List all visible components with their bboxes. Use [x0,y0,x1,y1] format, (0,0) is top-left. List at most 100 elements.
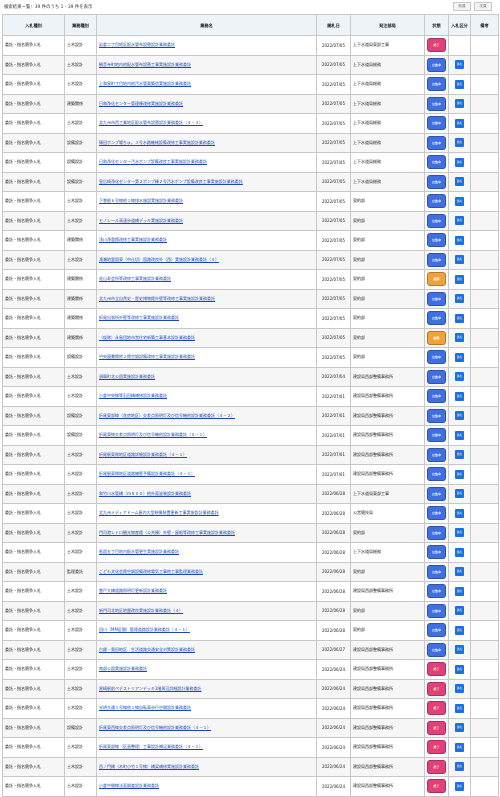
result-button[interactable]: 落札 [455,118,464,128]
project-name-link[interactable]: 白銀・奥田地区 生活道路交通安全対策設計業務委託 [99,647,195,652]
status-badge[interactable]: 終了 [427,662,446,677]
result-button[interactable]: 落札 [455,508,464,518]
project-name-link[interactable]: 篠田ポンプ場ちゅ。３号水路機械設備改修工事実施設計業務委託 [99,140,215,145]
project-name-link[interactable]: 折尾東西線交差点照明灯及び信号機他設計業務委託（４－１） [99,725,211,730]
status-badge[interactable]: 公告中 [427,525,446,540]
status-badge[interactable]: 公告中 [427,77,446,92]
result-button[interactable]: 落札 [455,60,464,70]
result-button[interactable]: 落札 [455,703,464,713]
result-button[interactable]: 落札 [455,255,464,265]
project-name-link[interactable]: 北九州市西工業地区配水管布設替設計業務委託（４－３） [99,120,203,125]
project-name-link[interactable]: 北九州メディアドーム屋内大型映像装置更新工事実施設計業務委託 [99,510,219,515]
col-header-name[interactable]: 業務名 [96,14,317,36]
project-name-link[interactable]: 黒崎駅前ペデストリアンデッキ1階周辺詳細設計業務委託 [99,686,201,691]
project-name-link[interactable]: 浅川浄霊館改修工事実施設計業務委託 [99,237,167,242]
next-page-button[interactable]: 次頁 [474,2,492,11]
status-badge[interactable]: 公告中 [427,642,446,657]
status-badge[interactable]: 公告中 [427,428,446,443]
result-button[interactable]: 落札 [455,79,464,89]
prev-page-button[interactable]: 前頁 [453,2,471,11]
project-name-link[interactable]: 折尾東部線（花房地区）交差点照明灯及び信号機他設計業務委託（４－２） [99,413,235,418]
status-badge[interactable]: 公告中 [427,603,446,618]
status-badge[interactable]: 終了 [427,720,446,735]
project-name-link[interactable]: 光明大通１号線他１線自転車歩行空間設計業務委託 [99,705,191,710]
project-name-link[interactable]: 和竹川水管橋（ｍ５００）他外面塗装設計業務委託 [99,491,191,496]
result-button[interactable]: 落札 [455,469,464,479]
result-button[interactable]: 落札 [455,684,464,694]
result-button[interactable]: 落札 [455,547,464,557]
status-badge[interactable]: 公告中 [427,116,446,131]
status-badge[interactable]: 公告中 [427,564,446,579]
project-name-link[interactable]: 曽戸大橋道路照明灯更新設計業務委託 [99,588,167,593]
project-name-link[interactable]: 岩倉二丁目地区配水管布設替設計業務委託 [99,42,175,47]
project-name-link[interactable]: モノレール高速歩道橋デッキ実施設計業務委託 [99,218,183,223]
project-name-link[interactable]: 小倉中央線等石田橋補修設計業務委託 [99,393,167,398]
status-badge[interactable]: 結果 [427,330,446,345]
result-button[interactable]: 落札 [455,391,464,401]
status-badge[interactable]: 終了 [427,701,446,716]
project-name-link[interactable]: 門司港レトロ観光物産館（公共棟）外壁・屋根等改修工事実施設計業務委託 [99,530,235,535]
status-badge[interactable]: 公告中 [427,135,446,150]
status-badge[interactable]: 公告中 [427,623,446,638]
project-name-link[interactable]: 日和浄化センター管理棟改修実施設計業務委託 [99,101,183,106]
project-name-link[interactable]: 祇園五丁目地内配水管更生実施設計業務委託 [99,549,179,554]
project-name-link[interactable]: 上和泉町丁目地内他汚水管渠築造実施設計業務委託 [99,81,191,86]
project-name-link[interactable]: 折尾駅東側地区道路擁壁予備設計業務委託（４－１） [99,471,195,476]
result-button[interactable]: 落札 [455,528,464,538]
result-button[interactable]: 落札 [455,742,464,752]
result-button[interactable]: 落札 [455,723,464,733]
project-name-link[interactable]: 日和浄化センター汚水ポンプ設備改良工事実施設計業務委託 [99,159,207,164]
project-name-link[interactable]: 西ノ門橋（木町小竹１号線）橋梁補修実施設計業務委託 [99,764,199,769]
project-name-link[interactable]: 須摩町北公園実施設計業務委託 [99,374,155,379]
status-badge[interactable]: 公告中 [427,389,446,404]
project-name-link[interactable]: 小倉中間線法面調査設計業務委託 [99,783,159,788]
project-name-link[interactable]: 折尾出張所外壁等改修工事実施設計業務委託 [99,315,179,320]
status-badge[interactable]: 公告中 [427,584,446,599]
result-button[interactable]: 落札 [455,411,464,421]
project-name-link[interactable]: （仮称）永島団地市営住宅新築工事基本設計業務委託 [99,335,195,340]
result-button[interactable]: 落札 [455,157,464,167]
project-name-link[interactable]: 南部公園実施設計業務委託 [99,666,147,671]
status-badge[interactable]: 公告中 [427,447,446,462]
result-button[interactable]: 落札 [455,352,464,362]
status-badge[interactable]: 結果 [427,272,446,287]
status-badge[interactable]: 公告中 [427,506,446,521]
result-button[interactable]: 落札 [455,313,464,323]
project-name-link[interactable]: 中央図書館他２館空調設備改修工事実施設計業務委託 [99,354,195,359]
project-name-link[interactable]: 田川（MM区間）管理道路設計業務委託（４－１） [99,627,190,632]
project-name-link[interactable]: 観音寺町地内他配水管布設替工事実施設計業務委託 [99,62,191,67]
status-badge[interactable]: 公告中 [427,233,446,248]
status-badge[interactable]: 公告中 [427,96,446,111]
result-button[interactable]: 落札 [455,274,464,284]
status-badge[interactable]: 公告中 [427,311,446,326]
project-name-link[interactable]: 皇后崎浄化センター第２ポンプ棟２号汚水ポンプ設備改良工事実施設計業務委託 [99,179,243,184]
project-name-link[interactable]: 下曽根６号線他１線排水施設実施設計業務委託 [99,198,183,203]
status-badge[interactable]: 公告中 [427,467,446,482]
status-badge[interactable]: 公告中 [427,174,446,189]
status-badge[interactable]: 公告中 [427,486,446,501]
result-button[interactable]: 落札 [455,567,464,577]
project-name-link[interactable]: 北九州市立自然史・歴史博物館外壁等改修工事実施設計業務委託 [99,296,215,301]
project-name-link[interactable]: 折尾東線交差点照明灯及び信号機他設計業務委託（４－１） [99,432,207,437]
result-button[interactable]: 落札 [455,196,464,206]
project-name-link[interactable]: 折尾東部線（区画整理）工事設計補足業務委託（４－１） [99,744,203,749]
project-name-link[interactable]: 滝瀬地霊園東（中仕切）園路改良外（西）実施設計業務委託（４） [99,257,219,262]
status-badge[interactable]: 公告中 [427,350,446,365]
project-name-link[interactable]: 折尾駅東側地区道路詳細設計業務委託（４－１） [99,452,187,457]
result-button[interactable]: 落札 [455,430,464,440]
col-header-category[interactable]: 業務種別 [64,14,97,36]
status-badge[interactable]: 終了 [427,740,446,755]
status-badge[interactable]: 終了 [427,38,446,53]
result-button[interactable]: 落札 [455,216,464,226]
result-button[interactable]: 落札 [455,606,464,616]
result-button[interactable]: 落札 [455,664,464,674]
status-badge[interactable]: 公告中 [427,252,446,267]
result-button[interactable]: 落札 [455,372,464,382]
status-badge[interactable]: 終了 [427,759,446,774]
result-button[interactable]: 落札 [455,138,464,148]
result-button[interactable]: 落札 [455,625,464,635]
result-button[interactable]: 落札 [455,235,464,245]
result-button[interactable]: 落札 [455,294,464,304]
col-header-dept[interactable]: 発注部局 [350,14,425,36]
status-badge[interactable]: 公告中 [427,57,446,72]
